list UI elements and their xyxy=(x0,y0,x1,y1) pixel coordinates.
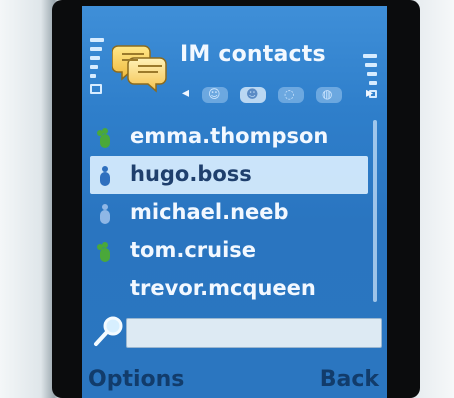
tab-contacts-icon: ☺ xyxy=(208,87,221,101)
status-online-icon xyxy=(100,166,110,186)
contact-name: michael.neeb xyxy=(130,200,289,224)
tab-settings-icon: ◍ xyxy=(322,87,333,101)
contact-row-emma-thompson[interactable]: emma.thompson xyxy=(90,118,368,156)
im-app-icon xyxy=(111,40,170,94)
search-input[interactable] xyxy=(126,318,382,348)
options-softkey[interactable]: Options xyxy=(88,367,184,392)
contact-row-michael-neeb[interactable]: michael.neeb xyxy=(90,194,368,232)
search-icon xyxy=(94,316,123,346)
status-offline-icon xyxy=(100,204,110,224)
status-online-icon xyxy=(97,242,110,262)
tab-groups[interactable]: ☻ xyxy=(240,87,266,103)
contact-row-hugo-boss[interactable]: hugo.boss xyxy=(90,156,368,194)
screen: IM contacts ◂ ☺ ☻ ◌ ◍ ▸ emma.thompson hu… xyxy=(82,6,387,398)
tab-contacts[interactable]: ☺ xyxy=(202,87,228,103)
phone-frame: IM contacts ◂ ☺ ☻ ◌ ◍ ▸ emma.thompson hu… xyxy=(0,0,454,398)
status-online-icon xyxy=(97,128,110,148)
contact-name: emma.thompson xyxy=(130,124,329,148)
page-title: IM contacts xyxy=(180,42,326,67)
tab-right-arrow-icon[interactable]: ▸ xyxy=(366,85,373,101)
tab-settings[interactable]: ◍ xyxy=(316,87,342,103)
contact-row-trevor-mcqueen[interactable]: trevor.mcqueen xyxy=(90,270,368,308)
tab-conversations[interactable]: ◌ xyxy=(278,87,304,103)
contact-name: trevor.mcqueen xyxy=(130,276,316,300)
tab-bar: ◂ ☺ ☻ ◌ ◍ ▸ xyxy=(182,85,382,104)
tab-conversations-icon: ◌ xyxy=(284,87,295,101)
tab-left-arrow-icon[interactable]: ◂ xyxy=(182,85,189,101)
contact-name: tom.cruise xyxy=(130,238,257,262)
contacts-list: emma.thompson hugo.boss michael.neeb tom… xyxy=(82,118,387,318)
contact-name: hugo.boss xyxy=(130,162,252,186)
scrollbar[interactable] xyxy=(373,120,377,302)
search-row xyxy=(92,314,384,352)
signal-strength-icon xyxy=(90,38,104,96)
tab-groups-icon: ☻ xyxy=(246,87,259,101)
contact-row-tom-cruise[interactable]: tom.cruise xyxy=(90,232,368,270)
back-softkey[interactable]: Back xyxy=(320,367,379,392)
